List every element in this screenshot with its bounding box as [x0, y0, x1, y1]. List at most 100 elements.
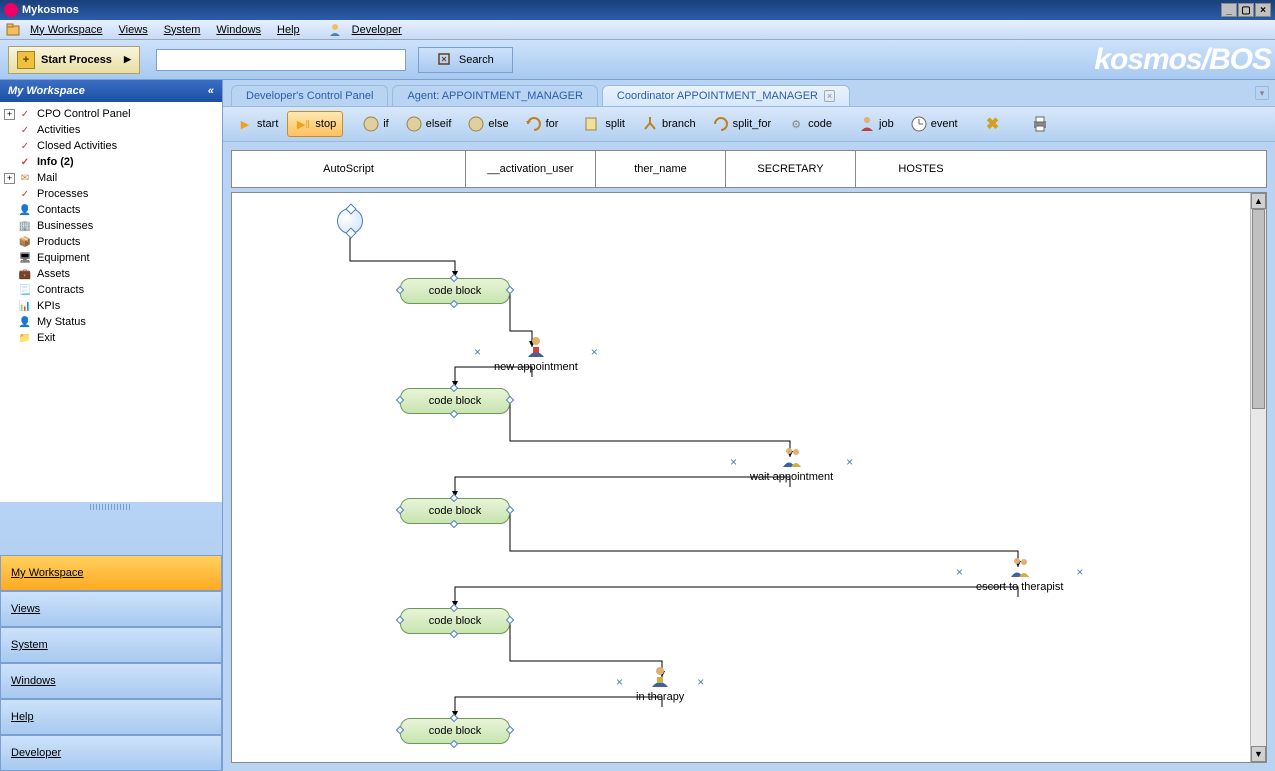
select-handle-icon[interactable]: ×	[591, 345, 598, 359]
tab-agent[interactable]: Agent: APPOINTMENT_MANAGER	[392, 85, 597, 106]
col-secretary: SECRETARY	[726, 151, 856, 187]
tree-item-mystatus[interactable]: 👤My Status	[2, 314, 220, 330]
actor-in-therapy[interactable]: × × in therapy	[636, 665, 684, 703]
scroll-thumb[interactable]	[1252, 209, 1265, 409]
sidebar-header: My Workspace «	[0, 80, 222, 102]
building-icon: 🏢	[17, 219, 33, 233]
tree-view: +✓CPO Control Panel ✓Activities ✓Closed …	[0, 102, 222, 502]
nav-developer[interactable]: Developer	[0, 735, 222, 771]
brand-logo: kosmos/BOS	[1094, 43, 1275, 77]
tree-item-cpo[interactable]: +✓CPO Control Panel	[2, 106, 220, 122]
tree-item-info[interactable]: ✓Info (2)	[2, 154, 220, 170]
tree-item-contacts[interactable]: 👤Contacts	[2, 202, 220, 218]
select-handle-icon[interactable]: ×	[956, 565, 963, 579]
scroll-up-icon[interactable]: ▲	[1251, 193, 1266, 209]
actor-escort-therapist[interactable]: × × escort to therapist	[976, 555, 1063, 593]
code-block-1[interactable]: code block	[400, 278, 510, 304]
maximize-button[interactable]: ▢	[1238, 3, 1254, 17]
tree-item-processes[interactable]: ✓Processes	[2, 186, 220, 202]
developer-icon	[328, 23, 342, 37]
expand-icon[interactable]: +	[4, 173, 15, 184]
tool-if[interactable]: if	[355, 111, 396, 137]
scroll-down-icon[interactable]: ▼	[1251, 746, 1266, 762]
select-handle-icon[interactable]: ×	[1076, 565, 1083, 579]
tree-item-equipment[interactable]: 🖥Equipment	[2, 250, 220, 266]
menu-views[interactable]: Views	[111, 22, 156, 38]
tab-close-icon[interactable]: ×	[824, 90, 835, 102]
tree-item-contracts[interactable]: 📃Contracts	[2, 282, 220, 298]
code-block-4[interactable]: code block	[400, 608, 510, 634]
nav-help[interactable]: Help	[0, 699, 222, 735]
tool-job[interactable]: job	[851, 111, 901, 137]
tool-delete[interactable]: ✖	[977, 111, 1012, 137]
tree-item-mail[interactable]: +✉Mail	[2, 170, 220, 186]
nav-my-workspace[interactable]: My Workspace	[0, 555, 222, 591]
tree-item-activities[interactable]: ✓Activities	[2, 122, 220, 138]
splitter-grip[interactable]	[90, 504, 132, 510]
gear-icon: ⚙	[787, 115, 805, 133]
tabstrip-menu-icon[interactable]: ▾	[1255, 86, 1269, 100]
menu-system[interactable]: System	[156, 22, 209, 38]
start-node[interactable]	[337, 208, 363, 234]
start-process-label: Start Process	[41, 54, 112, 66]
menu-my-workspace[interactable]: My Workspace	[22, 22, 111, 38]
tool-branch[interactable]: branch	[634, 111, 703, 137]
tab-coordinator[interactable]: Coordinator APPOINTMENT_MANAGER×	[602, 85, 850, 106]
nav-windows[interactable]: Windows	[0, 663, 222, 699]
editor-area: Developer's Control Panel Agent: APPOINT…	[223, 80, 1275, 771]
tool-print[interactable]	[1024, 111, 1059, 137]
search-button[interactable]: Search	[418, 47, 513, 73]
nav-button-stack: My Workspace Views System Windows Help D…	[0, 555, 222, 771]
status-icon: 👤	[17, 315, 33, 329]
elseif-icon	[405, 115, 423, 133]
tree-item-products[interactable]: 📦Products	[2, 234, 220, 250]
search-icon	[437, 52, 453, 68]
select-handle-icon[interactable]: ×	[730, 455, 737, 469]
tool-elseif[interactable]: elseif	[398, 111, 459, 137]
code-block-2[interactable]: code block	[400, 388, 510, 414]
tree-item-closed-activities[interactable]: ✓Closed Activities	[2, 138, 220, 154]
sidebar-collapse-icon[interactable]: «	[208, 85, 214, 97]
tool-event[interactable]: event	[903, 111, 965, 137]
tool-split-for[interactable]: split_for	[705, 111, 779, 137]
menu-developer[interactable]: Developer	[344, 22, 410, 38]
tool-for[interactable]: for	[518, 111, 566, 137]
window-titlebar: Mykosmos _ ▢ ×	[0, 0, 1275, 20]
actor-new-appointment[interactable]: × × new appointment	[494, 335, 578, 373]
sidebar: My Workspace « +✓CPO Control Panel ✓Acti…	[0, 80, 223, 771]
tree-item-assets[interactable]: 💼Assets	[2, 266, 220, 282]
code-block-5[interactable]: code block	[400, 718, 510, 744]
tool-stop[interactable]: ▶‖stop	[287, 111, 343, 137]
start-process-button[interactable]: + Start Process ▶	[8, 46, 140, 74]
col-ther-name: ther_name	[596, 151, 726, 187]
select-handle-icon[interactable]: ×	[697, 675, 704, 689]
tree-item-exit[interactable]: 📁Exit	[2, 330, 220, 346]
chart-icon: 📊	[17, 299, 33, 313]
nav-system[interactable]: System	[0, 627, 222, 663]
menu-help[interactable]: Help	[269, 22, 308, 38]
app-icon	[4, 3, 18, 17]
expand-icon[interactable]: +	[4, 109, 15, 120]
tool-else[interactable]: else	[460, 111, 515, 137]
select-handle-icon[interactable]: ×	[474, 345, 481, 359]
minimize-button[interactable]: _	[1221, 3, 1237, 17]
actor-wait-appointment[interactable]: × × wait appointment	[750, 445, 833, 483]
close-button[interactable]: ×	[1255, 3, 1271, 17]
nav-views[interactable]: Views	[0, 591, 222, 627]
search-label: Search	[459, 54, 494, 66]
if-icon	[362, 115, 380, 133]
search-input[interactable]	[156, 49, 406, 71]
tool-split[interactable]: split	[577, 111, 632, 137]
tree-item-kpis[interactable]: 📊KPIs	[2, 298, 220, 314]
tool-code[interactable]: ⚙code	[780, 111, 839, 137]
tab-developer-panel[interactable]: Developer's Control Panel	[231, 85, 388, 106]
tree-item-businesses[interactable]: 🏢Businesses	[2, 218, 220, 234]
diagram-canvas[interactable]: code block code block code block code bl…	[231, 192, 1267, 763]
tool-start[interactable]: ▶start	[229, 111, 285, 137]
check-icon: ✓	[17, 107, 33, 121]
code-block-3[interactable]: code block	[400, 498, 510, 524]
select-handle-icon[interactable]: ×	[846, 455, 853, 469]
menu-windows[interactable]: Windows	[208, 22, 269, 38]
vertical-scrollbar[interactable]: ▲ ▼	[1250, 193, 1266, 762]
select-handle-icon[interactable]: ×	[616, 675, 623, 689]
